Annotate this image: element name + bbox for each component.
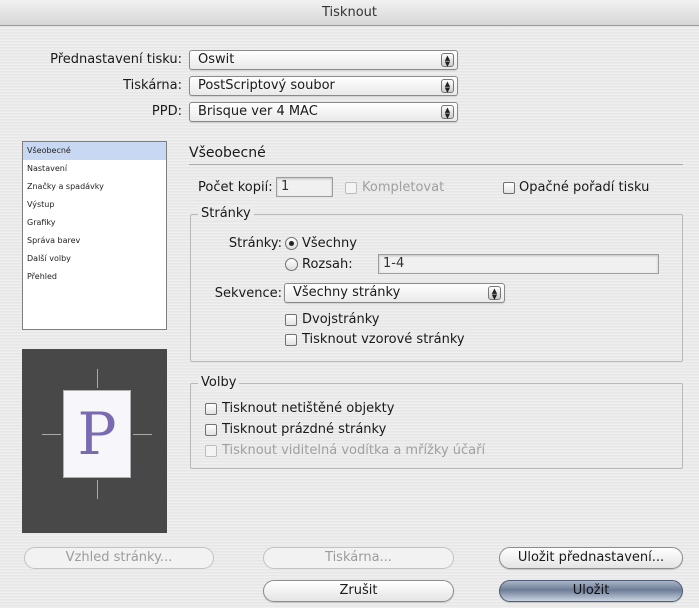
spreads-checkbox[interactable] [285, 314, 297, 326]
sequence-value: Všechny stránky [293, 285, 401, 300]
preset-popup[interactable]: Oswit ▲ ▼ [189, 50, 458, 70]
range-radio[interactable] [285, 258, 298, 271]
crop-mark [97, 480, 98, 499]
guides-grids-label: Tisknout viditelná vodítka a mřížky účař… [222, 443, 486, 458]
sidebar-item-graphics[interactable]: Grafiky [23, 214, 166, 232]
master-pages-label: Tisknout vzorové stránky [302, 332, 465, 347]
all-pages-label: Všechny [302, 236, 357, 251]
collate-label: Kompletovat [362, 180, 445, 195]
panel-title: Všeobecné [189, 145, 266, 161]
blank-pages-label: Tisknout prázdné stránky [222, 422, 387, 437]
printer-button[interactable]: Tiskárna... [263, 547, 454, 569]
options-group-title: Volby [198, 375, 240, 390]
copies-field[interactable]: 1 [276, 177, 333, 197]
range-field[interactable]: 1-4 [378, 254, 659, 274]
category-list: Všeobecné Nastavení Značky a spadávky Vý… [22, 141, 167, 330]
preset-value: Oswit [198, 52, 235, 67]
ppd-popup[interactable]: Brisque ver 4 MAC ▲ ▼ [189, 102, 458, 122]
copies-label: Počet kopií: [198, 180, 273, 195]
collate-checkbox[interactable] [345, 182, 357, 194]
save-preset-button[interactable]: Uložit přednastavení... [499, 547, 683, 569]
printer-label: Tiskárna: [123, 78, 182, 93]
popup-arrows-icon: ▲ ▼ [441, 105, 454, 120]
sidebar-item-setup[interactable]: Nastavení [23, 160, 166, 178]
crop-mark [97, 369, 98, 388]
guides-grids-checkbox[interactable] [205, 445, 217, 457]
pages-group-title: Stránky [198, 206, 254, 221]
page-preview: P [22, 349, 167, 533]
popup-arrows-icon: ▲ ▼ [441, 79, 454, 94]
ppd-value: Brisque ver 4 MAC [198, 104, 318, 119]
blank-pages-checkbox[interactable] [205, 424, 217, 436]
preset-label: Přednastavení tisku: [50, 52, 182, 67]
sequence-popup[interactable]: Všechny stránky ▲ ▼ [284, 283, 505, 303]
printer-value: PostScriptový soubor [198, 78, 335, 93]
preview-page: P [63, 390, 131, 478]
crop-mark [133, 434, 152, 435]
reverse-order-checkbox[interactable] [503, 182, 515, 194]
popup-arrows-icon: ▲ ▼ [488, 286, 501, 301]
save-button[interactable]: Uložit [499, 580, 683, 602]
sidebar-item-output[interactable]: Výstup [23, 196, 166, 214]
sidebar-item-advanced[interactable]: Další volby [23, 250, 166, 268]
page-setup-button[interactable]: Vzhled stránky... [24, 547, 214, 569]
crop-mark [42, 434, 61, 435]
master-pages-checkbox[interactable] [285, 334, 297, 346]
range-label: Rozsah: [302, 257, 353, 272]
window-title: Tisknout [0, 0, 699, 26]
cancel-button[interactable]: Zrušit [263, 580, 454, 602]
all-pages-radio[interactable] [285, 237, 298, 250]
reverse-order-label: Opačné pořadí tisku [519, 180, 650, 195]
pages-label: Stránky: [228, 236, 282, 251]
printer-popup[interactable]: PostScriptový soubor ▲ ▼ [189, 76, 458, 96]
sequence-label: Sekvence: [214, 286, 282, 301]
sidebar-item-general[interactable]: Všeobecné [23, 142, 166, 160]
sidebar-item-color-management[interactable]: Správa barev [23, 232, 166, 250]
popup-arrows-icon: ▲ ▼ [441, 53, 454, 68]
sidebar-item-marks-bleed[interactable]: Značky a spadávky [23, 178, 166, 196]
nonprinting-checkbox[interactable] [205, 403, 217, 415]
nonprinting-label: Tisknout netištěné objekty [222, 401, 395, 416]
ppd-label: PPD: [151, 104, 182, 119]
divider [189, 164, 683, 165]
sidebar-item-summary[interactable]: Přehled [23, 268, 166, 286]
spreads-label: Dvojstránky [302, 312, 380, 327]
